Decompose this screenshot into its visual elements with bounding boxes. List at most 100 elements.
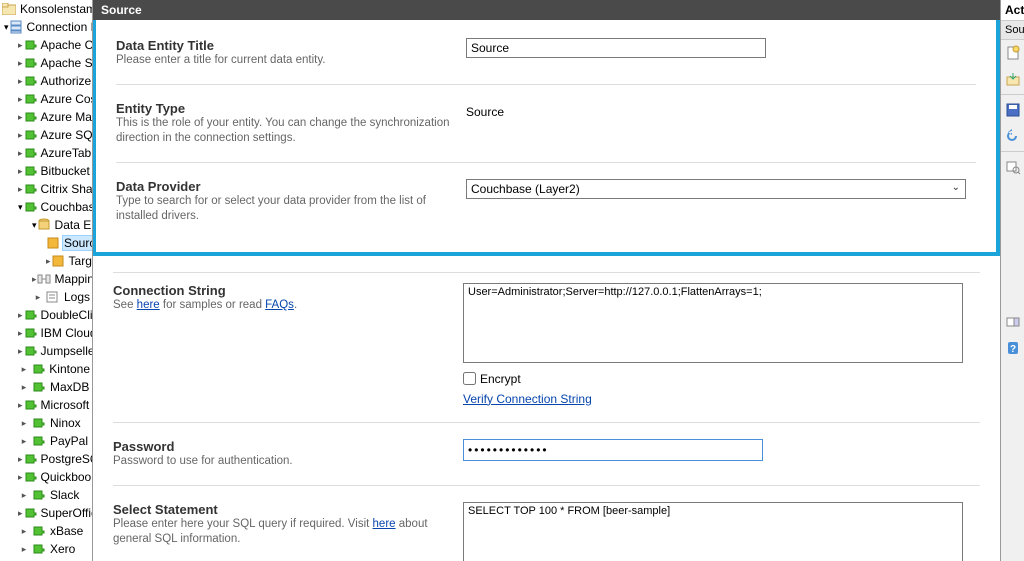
tree-data-entities[interactable]: ▾Data Entities: [0, 216, 92, 234]
main-panel: Source Data Entity Title Please enter a …: [92, 0, 1000, 561]
mapping-icon: [37, 271, 51, 287]
puzzle-icon: [23, 505, 37, 521]
puzzle-icon: [30, 523, 46, 539]
tree-mappings[interactable]: ▸Mappings: [0, 270, 92, 288]
new-file-icon[interactable]: [1003, 43, 1023, 63]
tree-source[interactable]: Source: [0, 234, 92, 252]
page-title: Source: [93, 0, 1000, 20]
provider-combobox[interactable]: [466, 179, 966, 199]
password-desc: Password to use for authentication.: [113, 454, 463, 469]
tree-connector[interactable]: ▸Azure CosmosDB: [0, 90, 92, 108]
cube-icon: [51, 253, 65, 269]
tree-connector[interactable]: ▸Citrix ShareFile: [0, 180, 92, 198]
navigation-tree[interactable]: Konsolenstamm ▾ Connection Manager ▸Apac…: [0, 0, 92, 561]
tree-connector[interactable]: ▸Kintone: [0, 360, 92, 378]
chevron-right-icon[interactable]: ▸: [18, 419, 30, 428]
puzzle-icon: [23, 181, 37, 197]
puzzle-icon: [23, 163, 37, 179]
chevron-right-icon[interactable]: ▸: [18, 437, 30, 446]
actions-sub: Sou: [1001, 21, 1024, 40]
chevron-right-icon[interactable]: ▸: [18, 491, 30, 500]
select-here-link[interactable]: here: [373, 518, 396, 530]
conn-here-link[interactable]: here: [137, 299, 160, 311]
entity-title-input[interactable]: [466, 38, 766, 58]
puzzle-icon: [23, 451, 37, 467]
tree-connector[interactable]: ▸AzureTables: [0, 144, 92, 162]
puzzle-icon: [23, 55, 37, 71]
select-statement-textarea[interactable]: [463, 502, 963, 561]
puzzle-icon: [23, 73, 37, 89]
verify-connection-link[interactable]: Verify Connection String: [463, 392, 592, 406]
chevron-right-icon[interactable]: ▸: [18, 527, 30, 536]
tree-connector[interactable]: ▸PayPal: [0, 432, 92, 450]
log-icon: [44, 289, 60, 305]
chevron-right-icon[interactable]: ▸: [18, 545, 30, 554]
puzzle-icon: [23, 343, 37, 359]
puzzle-icon: [23, 37, 37, 53]
folder-icon: [2, 1, 16, 17]
entity-title-label: Data Entity Title: [116, 38, 466, 53]
tree-connector[interactable]: ▸Apache Spark: [0, 54, 92, 72]
tree-logs[interactable]: ▸Logs: [0, 288, 92, 306]
tree-connector[interactable]: ▸AuthorizeNet: [0, 72, 92, 90]
tree-connector[interactable]: ▸DoubleClick AD Manager: [0, 306, 92, 324]
conn-faq-link[interactable]: FAQs: [265, 299, 294, 311]
provider-desc: Type to search for or select your data p…: [116, 194, 466, 224]
conn-desc: See here for samples or read FAQs.: [113, 298, 463, 313]
tree-connection-manager[interactable]: ▾ Connection Manager: [0, 18, 92, 36]
puzzle-icon: [30, 433, 46, 449]
tree-connector[interactable]: ▸Xero: [0, 540, 92, 558]
database-icon: [37, 217, 51, 233]
tree-connector[interactable]: ▸MaxDB: [0, 378, 92, 396]
puzzle-icon: [23, 145, 37, 161]
tree-connector[interactable]: ▸Bitbucket REST: [0, 162, 92, 180]
tree-root[interactable]: Konsolenstamm: [0, 0, 92, 18]
save-icon[interactable]: [1003, 100, 1023, 120]
puzzle-icon: [23, 307, 37, 323]
tree-connector[interactable]: ▸Jumpseller REST: [0, 342, 92, 360]
conn-label: Connection String: [113, 283, 463, 298]
tree-connector[interactable]: ▸Azure Management: [0, 108, 92, 126]
select-label: Select Statement: [113, 502, 463, 517]
preview-icon[interactable]: [1003, 157, 1023, 177]
svg-text:?: ?: [1009, 344, 1015, 355]
cube-icon: [46, 235, 60, 251]
help-icon[interactable]: ?: [1003, 338, 1023, 358]
chevron-right-icon[interactable]: ▸: [18, 365, 30, 374]
select-desc: Please enter here your SQL query if requ…: [113, 517, 463, 547]
highlighted-region: Data Entity Title Please enter a title f…: [93, 20, 1000, 256]
encrypt-label: Encrypt: [480, 372, 521, 386]
puzzle-icon: [23, 469, 37, 485]
puzzle-icon: [23, 127, 37, 143]
undo-icon[interactable]: [1003, 126, 1023, 146]
tree-connector[interactable]: ▸Azure SQL: [0, 126, 92, 144]
tree-connector[interactable]: ▸Ninox: [0, 414, 92, 432]
puzzle-icon: [23, 199, 37, 215]
entity-type-label: Entity Type: [116, 101, 466, 116]
tree-connector[interactable]: ▸IBM Cloudant: [0, 324, 92, 342]
entity-type-value: Source: [466, 101, 966, 123]
tree-connector[interactable]: ▸xBase: [0, 522, 92, 540]
tree-connector[interactable]: ▸Apache Cassandra: [0, 36, 92, 54]
puzzle-icon: [23, 397, 37, 413]
puzzle-icon: [30, 541, 46, 557]
actions-header: Acti: [1001, 0, 1024, 21]
tree-connector[interactable]: ▸Quickbooks Online: [0, 468, 92, 486]
puzzle-icon: [30, 361, 46, 377]
connection-string-textarea[interactable]: [463, 283, 963, 363]
tree-couchbase[interactable]: ▾Couchbase: [0, 198, 92, 216]
server-icon: [9, 19, 23, 35]
password-input[interactable]: [463, 439, 763, 461]
tree-connector[interactable]: ▸PostgreSQL: [0, 450, 92, 468]
puzzle-icon: [23, 91, 37, 107]
encrypt-checkbox[interactable]: [463, 372, 476, 385]
panel-toggle-icon[interactable]: [1003, 312, 1023, 332]
password-label: Password: [113, 439, 463, 454]
tree-connector[interactable]: ▸SuperOffice JSON: [0, 504, 92, 522]
tree-target[interactable]: ▸Target: [0, 252, 92, 270]
chevron-right-icon[interactable]: ▸: [32, 293, 44, 302]
import-icon[interactable]: [1003, 69, 1023, 89]
tree-connector[interactable]: ▸Slack: [0, 486, 92, 504]
tree-connector[interactable]: ▸Microsoft Active Directory: [0, 396, 92, 414]
chevron-right-icon[interactable]: ▸: [18, 383, 30, 392]
